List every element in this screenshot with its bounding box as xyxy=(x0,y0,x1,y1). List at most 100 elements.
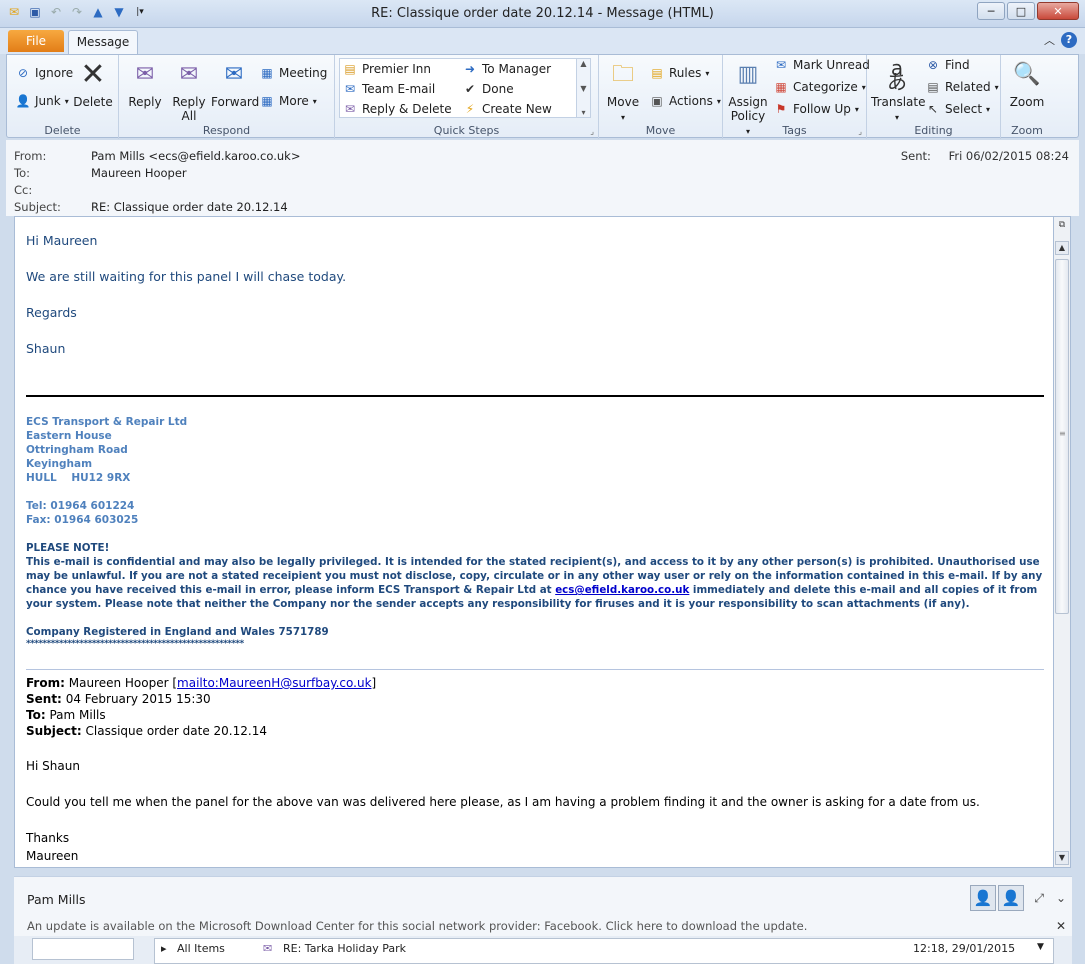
orig-mailto-link[interactable]: mailto:MaureenH@surfbay.co.uk xyxy=(177,676,371,690)
ribbon-collapse-icon[interactable]: ︿ xyxy=(1044,32,1055,48)
bottom-box[interactable] xyxy=(32,938,134,960)
scroll-thumb[interactable]: ≡ xyxy=(1055,259,1069,614)
body-scrollbar[interactable]: ⧉ ▲ ≡ ▼ xyxy=(1054,216,1071,868)
tab-message[interactable]: Message xyxy=(68,30,138,54)
avatar[interactable]: 👤 xyxy=(970,885,996,911)
junk-button[interactable]: 👤 Junk ▾ xyxy=(15,93,69,109)
related-icon: ▤ xyxy=(927,80,939,94)
related-button[interactable]: ▤ Related ▾ xyxy=(925,79,998,95)
body-name: Shaun xyxy=(26,341,66,356)
to-value[interactable]: Maureen Hooper xyxy=(91,166,187,180)
quick-step-to-manager[interactable]: ➜ To Manager xyxy=(462,61,551,77)
avatar[interactable]: 👤 xyxy=(998,885,1024,911)
tab-file[interactable]: File xyxy=(8,30,64,52)
update-notice[interactable]: An update is available on the Microsoft … xyxy=(27,919,807,933)
reply-all-button[interactable]: ✉ Reply All xyxy=(169,59,209,124)
ignore-button[interactable]: ⊘ Ignore xyxy=(15,65,73,81)
reply-button[interactable]: ✉ Reply xyxy=(125,59,165,110)
chevron-down-icon[interactable]: ▼ xyxy=(1037,942,1044,952)
more-icon: ▦ xyxy=(261,94,273,108)
group-label-respond: Respond xyxy=(202,124,251,137)
delete-button[interactable]: ✕ Delete xyxy=(73,57,113,110)
mark-unread-button[interactable]: ✉ Mark Unread xyxy=(773,57,870,73)
close-button[interactable]: ✕ xyxy=(1037,2,1079,20)
rules-button[interactable]: ▤ Rules ▾ xyxy=(649,65,709,81)
group-label-tags: Tags xyxy=(782,124,807,137)
follow-up-button[interactable]: ⚑ Follow Up ▾ xyxy=(773,101,859,117)
body-regards: Regards xyxy=(26,305,77,320)
chevron-down-icon: ▾ xyxy=(854,104,859,114)
chevron-down-icon: ▾ xyxy=(716,96,721,106)
notice-email-link[interactable]: ecs@efield.karoo.co.uk xyxy=(555,584,689,596)
delete-x-icon: ✕ xyxy=(80,57,106,92)
quick-step-team-email[interactable]: ✉ Team E-mail xyxy=(342,81,435,97)
company-registration: Company Registered in England and Wales … xyxy=(26,626,329,638)
scroll-down-icon[interactable]: ▼ xyxy=(580,84,586,93)
expand-icon[interactable]: ⤢ xyxy=(1034,891,1044,906)
tags-group: ▥ Assign Policy ▾ ✉ Mark Unread ▦ Catego… xyxy=(723,55,870,139)
list-item-subject[interactable]: RE: Tarka Holiday Park xyxy=(283,942,406,955)
chevron-down-icon: ▾ xyxy=(894,113,899,122)
ribbon-right-controls: ︿ ? xyxy=(1044,32,1077,48)
magnifier-icon: 🔍 xyxy=(1013,62,1041,87)
sig-address-2: Ottringham Road xyxy=(26,444,128,456)
dialog-launcher-icon[interactable]: ⌟ xyxy=(590,127,594,136)
quick-step-premier-inn[interactable]: ▤ Premier Inn xyxy=(342,61,431,77)
people-pane: Pam Mills 👤 👤 ⤢ ⌄ An update is available… xyxy=(14,876,1072,936)
people-pane-name[interactable]: Pam Mills xyxy=(27,892,86,907)
reply-all-icon: ✉ xyxy=(179,62,199,87)
expand-gallery-icon[interactable]: ▾ xyxy=(581,108,585,117)
from-label: From: xyxy=(14,149,47,163)
split-icon[interactable]: ⧉ xyxy=(1054,217,1070,233)
body-greeting: Hi Maureen xyxy=(26,233,98,248)
move-button[interactable]: 🗀 Move ▾ xyxy=(605,59,641,125)
orig-name: Maureen xyxy=(26,849,79,863)
actions-button[interactable]: ▣ Actions ▾ xyxy=(649,93,721,109)
quick-step-done[interactable]: ✔ Done xyxy=(462,81,514,97)
respond-group: ✉ Reply ✉ Reply All ✉ Forward ▦ Meeting … xyxy=(119,55,335,139)
chevron-down-icon: ▾ xyxy=(986,104,991,114)
meeting-button[interactable]: ▦ Meeting xyxy=(259,65,327,81)
junk-icon: 👤 xyxy=(15,94,31,108)
find-button[interactable]: ⊗ Find xyxy=(925,57,970,73)
chevron-down-icon[interactable]: ⌄ xyxy=(1056,891,1066,906)
minimize-button[interactable]: ─ xyxy=(977,2,1005,20)
scroll-down-button[interactable]: ▼ xyxy=(1055,851,1069,865)
more-button[interactable]: ▦ More ▾ xyxy=(259,93,316,109)
chevron-down-icon: ▾ xyxy=(64,96,69,106)
quick-steps-gallery: ▤ Premier Inn ✉ Team E-mail ✉ Reply & De… xyxy=(339,58,591,118)
actions-icon: ▣ xyxy=(651,94,663,108)
scroll-up-button[interactable]: ▲ xyxy=(1055,241,1069,255)
zoom-button[interactable]: 🔍 Zoom xyxy=(1007,59,1047,110)
translate-button[interactable]: aあ Translate ▾ xyxy=(871,58,926,125)
help-icon[interactable]: ? xyxy=(1061,32,1077,48)
list-dropdown-icon[interactable]: ▸ xyxy=(161,942,167,955)
reply-icon: ✉ xyxy=(263,942,273,955)
close-icon[interactable]: ✕ xyxy=(1056,919,1066,933)
maximize-button[interactable]: □ xyxy=(1007,2,1035,20)
cursor-icon: ↖ xyxy=(927,102,939,116)
sig-tel: Tel: 01964 601224 xyxy=(26,500,135,512)
from-value[interactable]: Pam Mills <ecs@efield.karoo.co.uk> xyxy=(91,149,300,163)
checkmark-icon: ✔ xyxy=(464,82,476,96)
select-button[interactable]: ↖ Select ▾ xyxy=(925,101,990,117)
assign-policy-icon: ▥ xyxy=(737,62,759,87)
reply-divider xyxy=(26,669,1044,670)
orig-sent: Sent: 04 February 2015 15:30 xyxy=(26,692,211,706)
all-items-label[interactable]: All Items xyxy=(177,942,225,955)
forward-button[interactable]: ✉ Forward xyxy=(211,59,259,110)
quick-steps-scrollbar[interactable]: ▲ ▼ ▾ xyxy=(576,59,590,117)
categorize-button[interactable]: ▦ Categorize ▾ xyxy=(773,79,865,95)
window-title: RE: Classique order date 20.12.14 - Mess… xyxy=(371,6,714,21)
orig-thanks: Thanks xyxy=(26,831,70,845)
chevron-down-icon: ▾ xyxy=(705,68,710,78)
quick-step-reply-delete[interactable]: ✉ Reply & Delete xyxy=(342,101,452,117)
body-line1: We are still waiting for this panel I wi… xyxy=(26,269,347,284)
people-avatars: 👤 👤 xyxy=(970,885,1024,911)
dialog-launcher-icon[interactable]: ⌟ xyxy=(858,127,862,136)
message-header: From: Pam Mills <ecs@efield.karoo.co.uk>… xyxy=(6,140,1079,216)
sent-info: Sent: Fri 06/02/2015 08:24 xyxy=(901,149,1069,163)
group-label-editing: Editing xyxy=(914,124,953,137)
scroll-up-icon[interactable]: ▲ xyxy=(580,59,586,68)
quick-step-create-new[interactable]: ⚡ Create New xyxy=(462,101,552,117)
